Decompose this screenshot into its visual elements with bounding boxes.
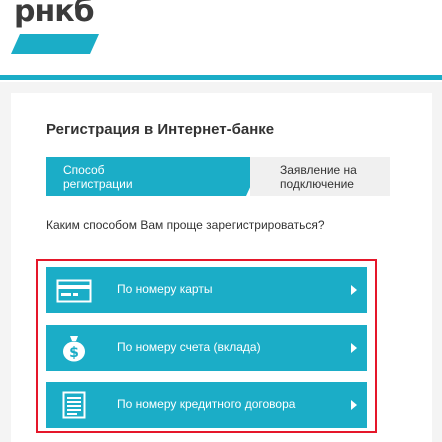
svg-text:$: $ [69,345,79,361]
option-account-number-label: По номеру счета (вклада) [117,340,261,354]
header: рнкб [0,0,442,82]
chevron-right-icon [351,343,357,353]
chevron-right-icon [351,285,357,295]
method-question: Каким способом Вам проще зарегистрироват… [46,218,325,232]
chevron-right-icon [351,400,357,410]
step-connection-application-label: Заявление на подключение [280,163,357,191]
step-registration-method: Способ регистрации [46,157,264,196]
option-account-number-button[interactable]: $ По номеру счета (вклада) [46,325,367,371]
money-bag-icon: $ [63,336,85,362]
option-card-number-label: По номеру карты [117,282,213,296]
page-title: Регистрация в Интернет-банке [46,121,275,138]
option-card-number-button[interactable]: По номеру карты [46,267,367,313]
step-registration-method-label: Способ регистрации [63,163,133,191]
step-connection-application: Заявление на подключение [250,157,390,196]
credit-card-icon [56,279,92,303]
rnkb-logo[interactable]: рнкб [14,0,95,29]
document-icon [62,391,86,419]
header-divider [0,75,442,80]
option-credit-contract-button[interactable]: По номеру кредитного договора [46,382,367,428]
option-credit-contract-label: По номеру кредитного договора [117,397,296,411]
logo-stripe [11,34,99,54]
